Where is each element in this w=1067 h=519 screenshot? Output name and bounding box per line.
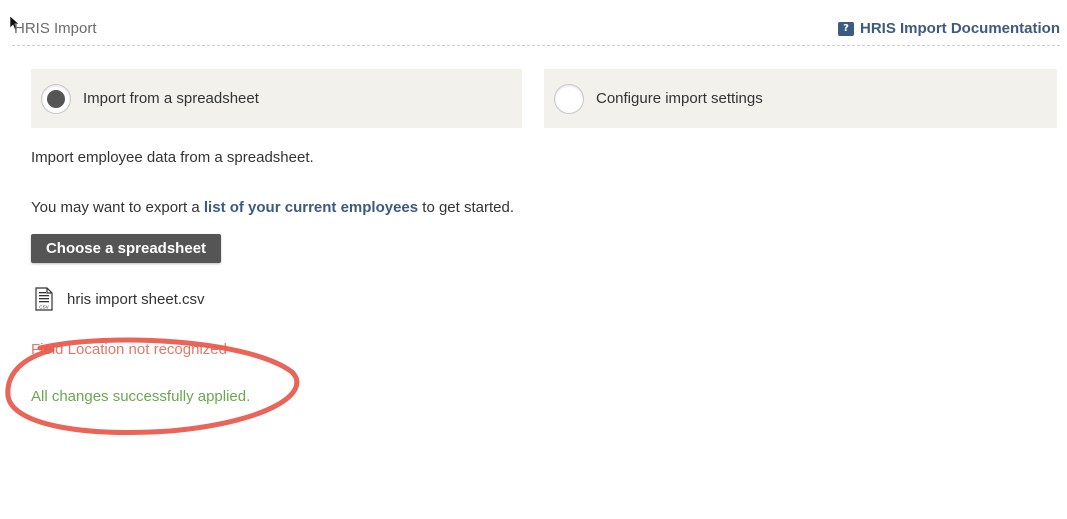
option-configure-settings[interactable]: Configure import settings [544, 69, 1057, 128]
help-book-icon: ? [837, 21, 854, 36]
radio-import-spreadsheet[interactable] [41, 83, 71, 114]
file-name: hris import sheet.csv [67, 290, 205, 308]
page-title: HRIS Import [14, 20, 97, 37]
export-hint-suffix: to get started. [418, 199, 515, 216]
csv-file-icon-label: CSV [39, 305, 49, 310]
option-configure-settings-label: Configure import settings [596, 90, 763, 107]
choose-spreadsheet-button[interactable]: Choose a spreadsheet [31, 234, 221, 263]
option-import-spreadsheet-label: Import from a spreadsheet [83, 90, 259, 107]
selected-file: CSV hris import sheet.csv [35, 287, 205, 311]
option-import-spreadsheet[interactable]: Import from a spreadsheet [31, 69, 522, 128]
documentation-link-label: HRIS Import Documentation [859, 20, 1060, 37]
page-header: HRIS Import ? HRIS Import Documentation [0, 0, 1067, 52]
documentation-link[interactable]: ? HRIS Import Documentation [837, 20, 1060, 37]
radio-configure-settings[interactable] [554, 83, 584, 114]
hris-import-page: HRIS Import ? HRIS Import Documentation … [0, 0, 1067, 519]
csv-file-icon: CSV [35, 287, 53, 311]
success-message: All changes successfully applied. [31, 388, 251, 405]
export-hint: You may want to export a list of your cu… [31, 199, 514, 216]
export-employees-link[interactable]: list of your current employees [204, 199, 418, 216]
intro-text: Import employee data from a spreadsheet. [31, 149, 314, 166]
export-hint-prefix: You may want to export a [31, 199, 204, 216]
error-message: Field Location not recognized [31, 341, 227, 358]
header-divider [12, 45, 1060, 46]
